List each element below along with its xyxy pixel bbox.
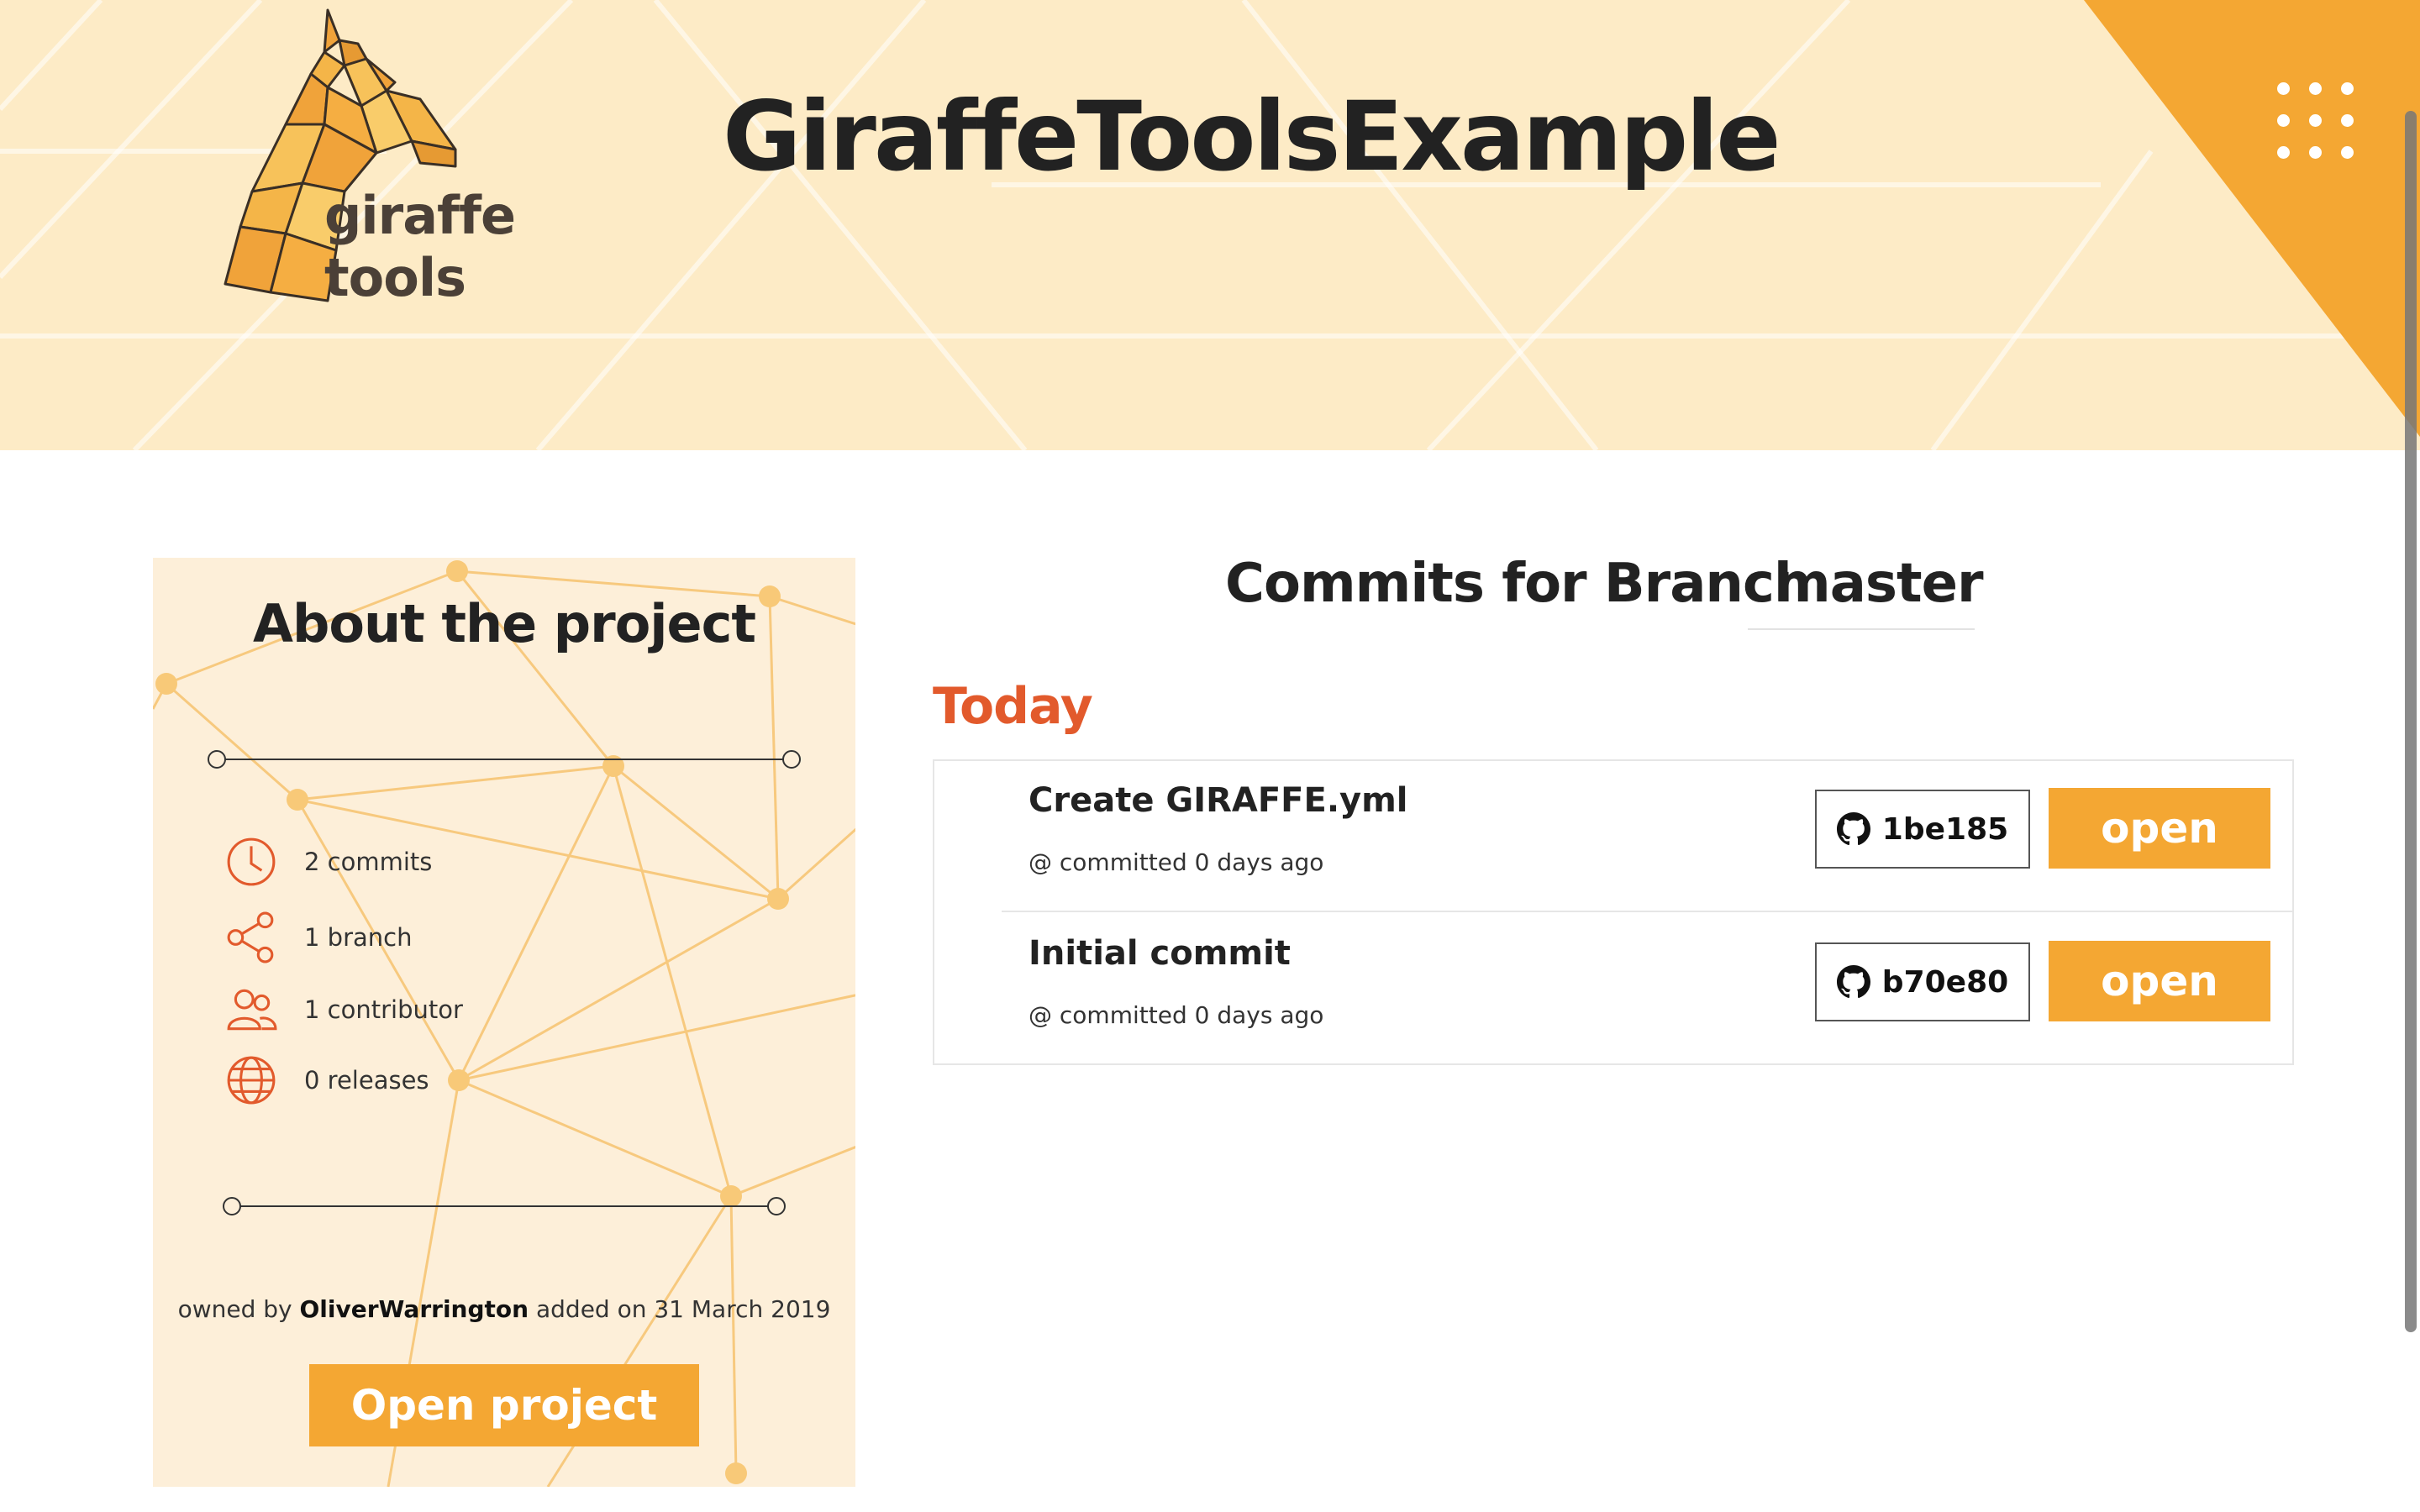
logo-line2: tools	[324, 247, 466, 308]
owned-by-prefix: owned by	[177, 1295, 292, 1323]
grid-dots-icon[interactable]	[2274, 79, 2358, 163]
people-icon	[227, 989, 277, 1031]
commit-meta: @ committed 0 days ago	[1028, 1001, 1324, 1029]
stat-contributors-label: 1 contributor	[304, 995, 463, 1024]
commit-hash: 1be185	[1881, 811, 2009, 847]
commit-meta: @ committed 0 days ago	[1028, 848, 1324, 876]
header-banner: giraffe tools GiraffeToolsExample	[0, 0, 2420, 450]
about-title: About the project	[253, 593, 756, 654]
owner-name[interactable]: OliverWarrington	[300, 1295, 529, 1323]
commit-row: Initial commit @ committed 0 days ago b7…	[1002, 914, 2294, 1065]
github-icon	[1836, 965, 1870, 999]
about-project-card: About the project 2 commits 1 branch 1 c…	[153, 558, 855, 1487]
open-commit-button[interactable]: open	[2049, 941, 2270, 1021]
stat-releases: 0 releases	[225, 1053, 429, 1107]
github-icon	[1836, 812, 1870, 846]
commit-message: Initial commit	[1028, 934, 1291, 973]
open-project-button[interactable]: Open project	[309, 1364, 699, 1446]
page-scrollbar[interactable]	[2405, 111, 2417, 1332]
clock-icon	[227, 837, 276, 886]
corner-accent-shape	[2084, 0, 2420, 437]
stat-contributors: 1 contributor	[225, 983, 463, 1037]
commit-hash-button[interactable]: 1be185	[1815, 790, 2030, 869]
owner-line: owned by OliverWarrington added on 31 Ma…	[153, 1295, 855, 1323]
stat-releases-label: 0 releases	[304, 1066, 429, 1095]
stat-branches-label: 1 branch	[304, 923, 413, 952]
stat-branches: 1 branch	[225, 911, 412, 964]
commit-hash-button[interactable]: b70e80	[1815, 942, 2030, 1021]
branch-selector-value: master	[1775, 553, 1984, 615]
logo-line1: giraffe	[324, 185, 516, 246]
added-date: added on 31 March 2019	[535, 1295, 831, 1323]
commit-message: Create GIRAFFE.yml	[1028, 781, 1408, 820]
commit-hash: b70e80	[1881, 964, 2009, 1000]
commit-list: Create GIRAFFE.yml @ committed 0 days ag…	[933, 759, 2294, 1065]
commits-heading: Commits for Branch	[1225, 553, 1812, 615]
share-branch-icon	[227, 911, 274, 963]
globe-icon	[227, 1056, 276, 1105]
page-title: GiraffeToolsExample	[723, 81, 1781, 192]
commit-row: Create GIRAFFE.yml @ committed 0 days ag…	[1002, 761, 2294, 912]
logo-wordmark: giraffe tools	[324, 185, 516, 309]
branch-selector[interactable]: master	[1748, 544, 1984, 630]
stat-commits: 2 commits	[225, 835, 432, 889]
commit-group-label: Today	[933, 677, 1093, 736]
stat-commits-label: 2 commits	[304, 848, 433, 876]
open-commit-button[interactable]: open	[2049, 788, 2270, 869]
